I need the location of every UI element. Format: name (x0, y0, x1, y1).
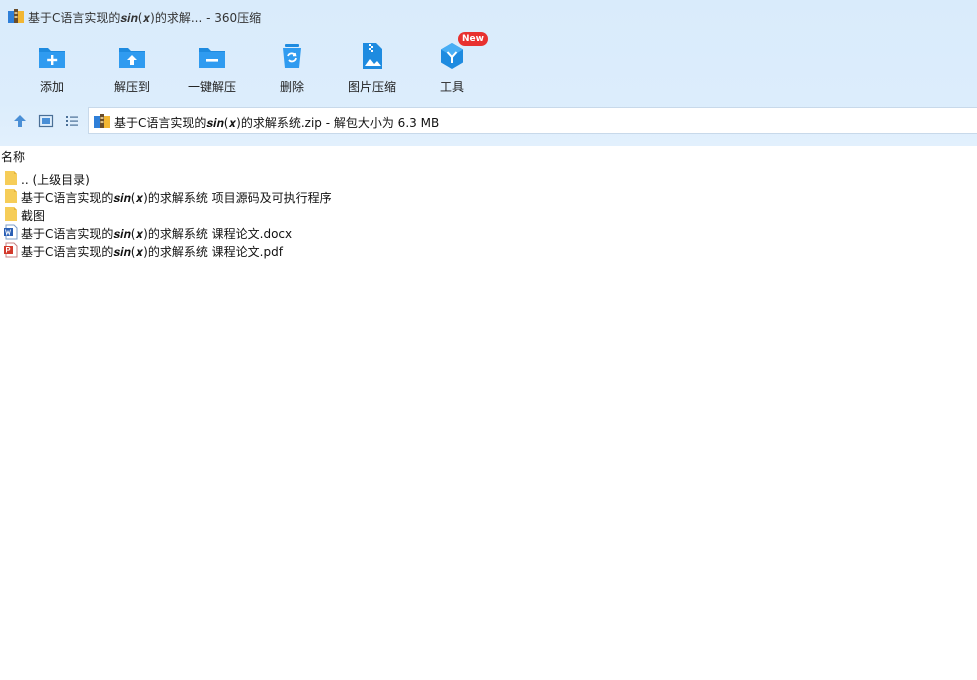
list-item-parent-directory[interactable]: .. (上级目录) (3, 169, 603, 187)
add-label: 添加 (39, 80, 64, 94)
folder-minus-icon (199, 48, 225, 68)
name-column-header[interactable]: 名称 (1, 148, 25, 165)
folder-icon (5, 189, 17, 203)
pdf-icon (4, 242, 18, 258)
list-item[interactable]: 基于C语言实现的𝒔𝒊𝒏(𝒙)的求解系统 课程论文.pdf (3, 241, 603, 259)
window-title: 基于C语言实现的𝒔𝒊𝒏(𝒙)的求解... - 360压缩 (28, 11, 262, 25)
list-item-name: 基于C语言实现的𝒔𝒊𝒏(𝒙)的求解系统 课程论文.docx (21, 227, 293, 241)
list-item[interactable]: 截图 (3, 205, 603, 223)
folder-icon (5, 171, 17, 185)
list-item-name: 基于C语言实现的𝒔𝒊𝒏(𝒙)的求解系统 项目源码及可执行程序 (21, 191, 332, 205)
list-item-name: 截图 (21, 209, 46, 223)
tools-button[interactable]: New 工具 (412, 32, 492, 100)
trash-icon (283, 44, 301, 68)
list-item-name: .. (上级目录) (21, 173, 90, 187)
list-view-icon[interactable] (64, 113, 80, 129)
address-bar[interactable]: 基于C语言实现的𝒔𝒊𝒏(𝒙)的求解系统.zip - 解包大小为 6.3 MB (88, 107, 977, 134)
one-click-extract-label: 一键解压 (187, 80, 236, 94)
new-badge: New (458, 32, 488, 46)
archive-app-icon (8, 9, 24, 23)
up-arrow-icon[interactable] (12, 113, 28, 129)
image-zip-icon (363, 43, 382, 69)
folder-icon (5, 207, 17, 221)
folder-add-icon (39, 48, 65, 68)
file-list: 名称 .. (上级目录) 基于C语言实现的𝒔𝒊𝒏(𝒙)的求解系统 项目源码及可执… (0, 146, 977, 680)
toolbar: 添加 解压到 一键解压 删除 图片压缩 New 工具 (0, 32, 977, 100)
list-item[interactable]: 基于C语言实现的𝒔𝒊𝒏(𝒙)的求解系统 课程论文.docx (3, 223, 603, 241)
word-doc-icon (4, 224, 18, 240)
list-item[interactable]: 基于C语言实现的𝒔𝒊𝒏(𝒙)的求解系统 项目源码及可执行程序 (3, 187, 603, 205)
add-button[interactable]: 添加 (12, 36, 92, 100)
extract-to-label: 解压到 (113, 80, 150, 94)
title-bar: 基于C语言实现的𝒔𝒊𝒏(𝒙)的求解... - 360压缩 (0, 0, 977, 32)
folder-extract-icon (119, 48, 145, 68)
image-compress-label: 图片压缩 (347, 80, 396, 94)
image-compress-button[interactable]: 图片压缩 (332, 36, 412, 100)
extract-to-button[interactable]: 解压到 (92, 36, 172, 100)
list-item-name: 基于C语言实现的𝒔𝒊𝒏(𝒙)的求解系统 课程论文.pdf (21, 245, 283, 259)
tools-label: 工具 (439, 80, 464, 94)
thumbnail-view-icon[interactable] (38, 113, 54, 129)
delete-button[interactable]: 删除 (252, 36, 332, 100)
archive-icon (94, 114, 110, 128)
address-text: 基于C语言实现的𝒔𝒊𝒏(𝒙)的求解系统.zip - 解包大小为 6.3 MB (114, 116, 440, 130)
delete-label: 删除 (279, 80, 304, 94)
one-click-extract-button[interactable]: 一键解压 (172, 36, 252, 100)
